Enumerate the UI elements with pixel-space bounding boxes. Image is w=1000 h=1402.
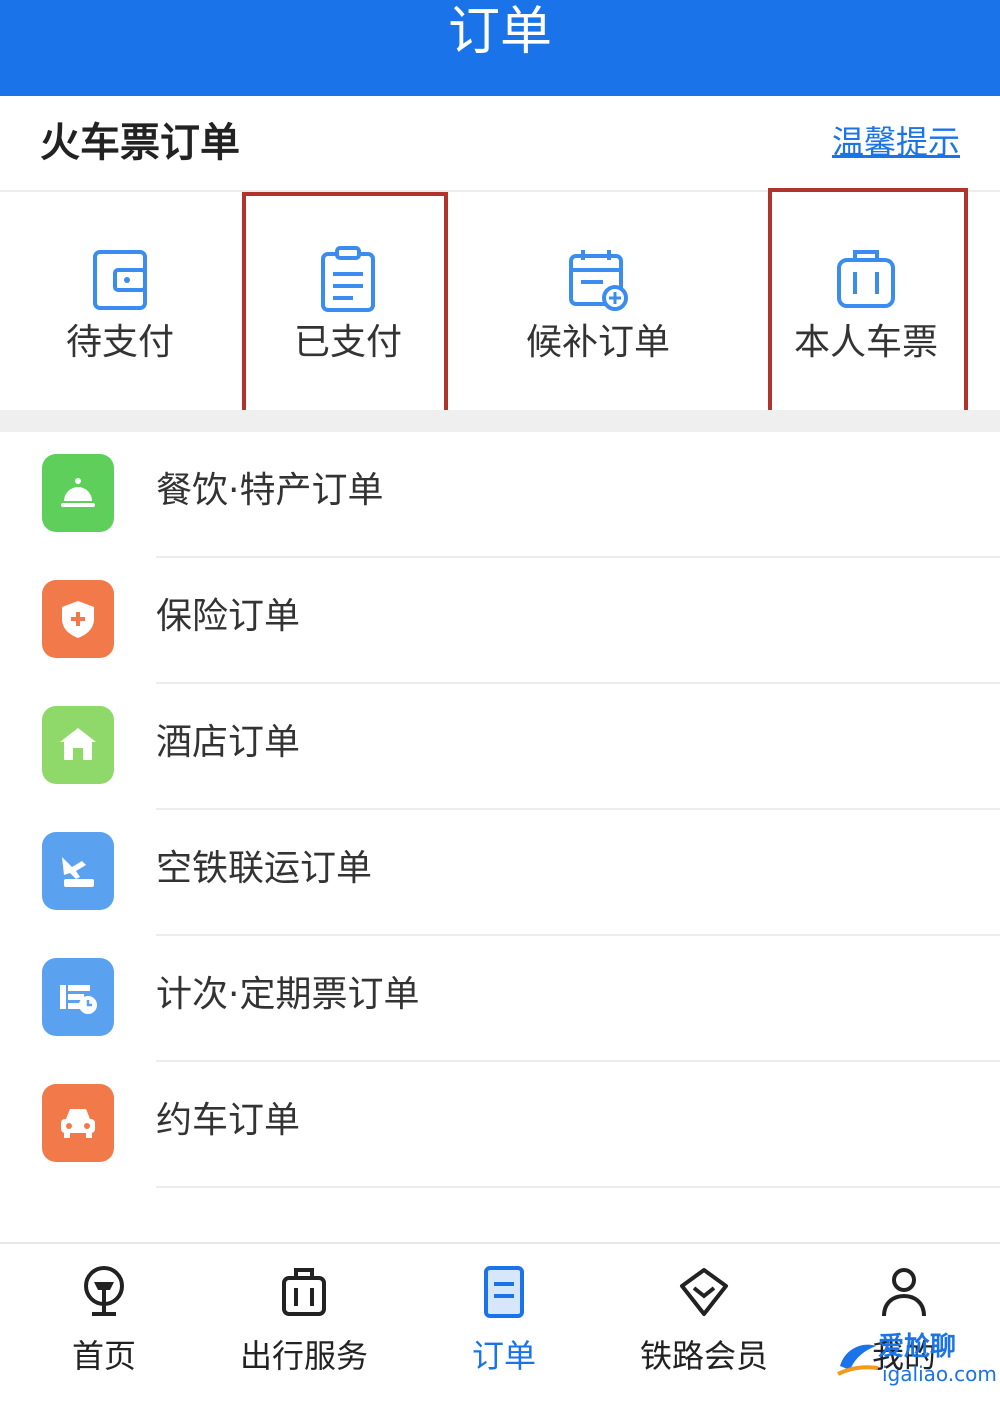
list-item-label: 酒店订单 <box>156 722 301 763</box>
diamond-icon <box>680 1268 728 1316</box>
ticket-clock-icon <box>42 958 114 1036</box>
list-item-label: 保险订单 <box>156 596 301 637</box>
watermark-url: igaliao.com <box>882 1362 997 1386</box>
service-bell-icon <box>42 454 114 532</box>
list-item-catering-order[interactable]: 餐饮·特产订单 <box>0 432 1000 558</box>
watermark: 爱尬聊 igaliao.com <box>836 1330 997 1390</box>
list-item-air-rail-order[interactable]: 空铁联运订单 <box>0 810 1000 936</box>
list-item-insurance-order[interactable]: 保险订单 <box>0 558 1000 684</box>
calendar-add-icon <box>569 250 628 311</box>
quick-waitlist-orders[interactable]: 候补订单 <box>478 194 718 410</box>
quick-pending-payment[interactable]: 待支付 <box>0 194 240 410</box>
plane-train-icon <box>42 832 114 910</box>
railway-logo-icon <box>84 1266 124 1316</box>
highlight-box-my-tickets <box>768 188 968 424</box>
section-divider <box>0 410 1000 432</box>
top-app-bar: 订单 <box>0 0 1000 96</box>
list-item-ride-hailing-order[interactable]: 约车订单 <box>0 1062 1000 1188</box>
list-item-hotel-order[interactable]: 酒店订单 <box>0 684 1000 810</box>
watermark-text: 爱尬聊 <box>878 1332 957 1362</box>
tips-link[interactable]: 温馨提示 <box>832 122 960 162</box>
highlight-box-paid <box>242 192 448 428</box>
hotel-icon <box>42 706 114 784</box>
order-doc-icon <box>484 1266 524 1318</box>
nav-label: 首页 <box>71 1337 136 1375</box>
nav-travel-services[interactable]: 出行服务 <box>204 1244 404 1402</box>
divider <box>156 1186 1000 1188</box>
luggage-icon <box>282 1268 326 1316</box>
car-icon <box>42 1084 114 1162</box>
nav-railway-membership[interactable]: 铁路会员 <box>604 1244 804 1402</box>
list-item-label: 约车订单 <box>156 1100 301 1141</box>
list-item-label: 计次·定期票订单 <box>156 974 420 1015</box>
nav-label: 订单 <box>471 1337 536 1375</box>
list-item-period-ticket-order[interactable]: 计次·定期票订单 <box>0 936 1000 1062</box>
wallet-icon <box>93 250 147 310</box>
nav-orders[interactable]: 订单 <box>404 1244 604 1402</box>
watermark-logo-icon <box>837 1344 879 1376</box>
shield-plus-icon <box>42 580 114 658</box>
page-title: 订单 <box>447 2 552 62</box>
nav-home[interactable]: 首页 <box>4 1244 204 1402</box>
train-order-header: 火车票订单 温馨提示 <box>0 96 1000 192</box>
person-icon <box>882 1268 926 1317</box>
list-item-label: 空铁联运订单 <box>156 848 373 889</box>
nav-label: 出行服务 <box>239 1337 368 1375</box>
section-title: 火车票订单 <box>40 120 240 166</box>
list-item-label: 餐饮·特产订单 <box>156 470 384 511</box>
quick-label: 待支付 <box>65 322 174 363</box>
quick-label: 候补订单 <box>525 322 670 363</box>
nav-label: 铁路会员 <box>639 1337 768 1375</box>
